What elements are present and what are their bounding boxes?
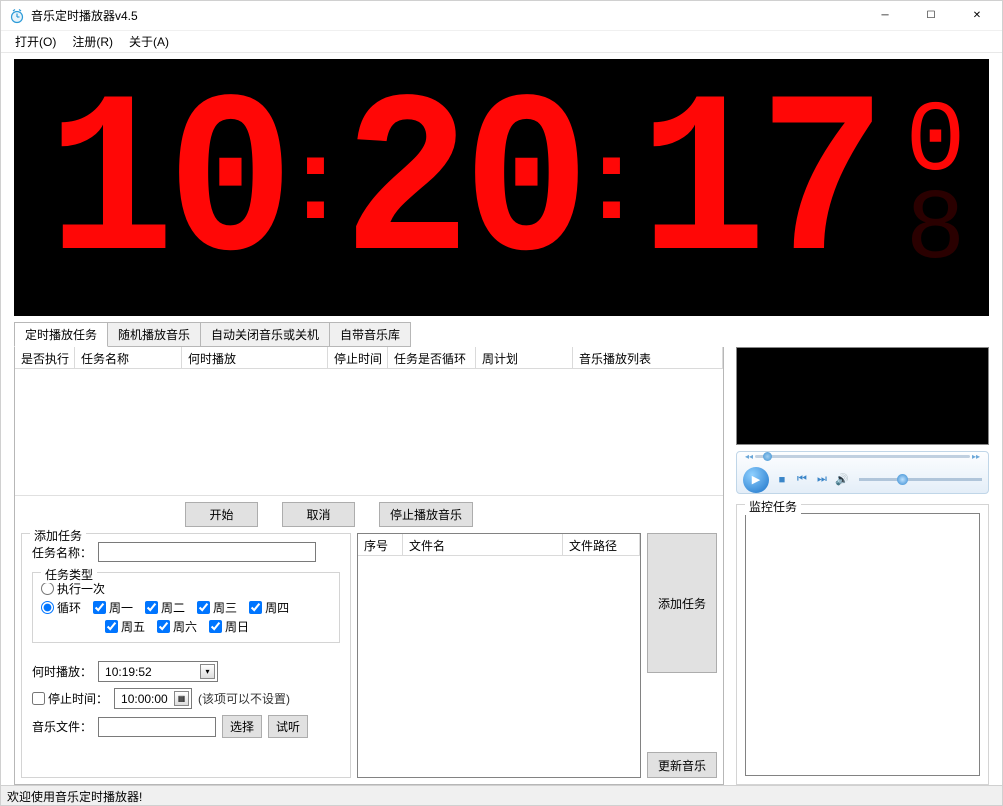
select-button[interactable]: 选择 (222, 715, 262, 738)
monitor-title: 监控任务 (745, 498, 801, 515)
check-tue[interactable]: 周二 (145, 599, 185, 616)
app-icon (9, 8, 25, 24)
clock-hours: 10 (48, 73, 287, 303)
when-time-input[interactable]: 10:19:52 ▾ (98, 661, 218, 682)
seek-fwd-icon: ▸▸ (972, 452, 980, 461)
radio-loop[interactable]: 循环 (41, 599, 81, 616)
stop-hint: (该项可以不设置) (198, 690, 290, 707)
col-stop[interactable]: 停止时间 (328, 347, 388, 368)
start-button[interactable]: 开始 (185, 502, 258, 527)
fcol-name[interactable]: 文件名 (403, 534, 563, 555)
video-preview (736, 347, 989, 445)
play-button[interactable]: ▶ (743, 467, 769, 493)
check-sat[interactable]: 周六 (157, 618, 197, 635)
check-thu[interactable]: 周四 (249, 599, 289, 616)
col-exec[interactable]: 是否执行 (15, 347, 75, 368)
task-type-title: 任务类型 (41, 566, 97, 583)
monitor-group: 监控任务 (736, 504, 989, 785)
add-task-group: 添加任务 任务名称： 任务类型 执行一次 循环 周一 周二 周三 周四 (21, 533, 351, 778)
close-button[interactable]: ✕ (954, 1, 1000, 31)
add-task-button[interactable]: 添加任务 (647, 533, 717, 673)
music-file-label: 音乐文件： (32, 718, 92, 735)
tab-auto-close[interactable]: 自动关闭音乐或关机 (200, 322, 330, 347)
stop-music-button[interactable]: 停止播放音乐 (379, 502, 473, 527)
clock-tenths-bottom: 8 (906, 188, 966, 276)
stop-icon[interactable]: ■ (775, 474, 789, 486)
calendar-icon[interactable]: ▦ (174, 691, 189, 706)
player-controls: ◂◂ ▸▸ ▶ ■ ⏮ ⏭ 🔊 (736, 451, 989, 494)
tab-random[interactable]: 随机播放音乐 (107, 322, 201, 347)
stop-time-input[interactable]: 10:00:00 ▦ (114, 688, 192, 709)
fcol-path[interactable]: 文件路径 (563, 534, 640, 555)
check-wed[interactable]: 周三 (197, 599, 237, 616)
cancel-button[interactable]: 取消 (282, 502, 355, 527)
col-when[interactable]: 何时播放 (182, 347, 328, 368)
menu-register[interactable]: 注册(R) (64, 31, 121, 52)
col-name[interactable]: 任务名称 (75, 347, 182, 368)
menu-open[interactable]: 打开(O) (7, 31, 64, 52)
col-list[interactable]: 音乐播放列表 (573, 347, 723, 368)
next-icon[interactable]: ⏭ (815, 473, 829, 486)
seek-bar[interactable]: ◂◂ ▸▸ (743, 453, 982, 461)
file-list[interactable]: 序号 文件名 文件路径 (357, 533, 641, 778)
preview-button[interactable]: 试听 (268, 715, 308, 738)
check-mon[interactable]: 周一 (93, 599, 133, 616)
stop-checkbox[interactable]: 停止时间： (32, 690, 108, 707)
check-sun[interactable]: 周日 (209, 618, 249, 635)
when-label: 何时播放： (32, 663, 92, 680)
volume-slider[interactable] (859, 478, 982, 481)
clock-display: 10 : 20 : 17 0 8 (14, 59, 989, 316)
window-title: 音乐定时播放器v4.5 (31, 7, 862, 24)
status-text: 欢迎使用音乐定时播放器! (7, 790, 142, 804)
calendar-icon[interactable]: ▾ (200, 664, 215, 679)
status-bar: 欢迎使用音乐定时播放器! (1, 785, 1002, 805)
prev-icon[interactable]: ⏮ (795, 473, 809, 486)
titlebar: 音乐定时播放器v4.5 ─ ☐ ✕ (1, 1, 1002, 31)
clock-seconds: 17 (640, 73, 879, 303)
tabs: 定时播放任务 随机播放音乐 自动关闭音乐或关机 自带音乐库 (1, 322, 1002, 347)
col-plan[interactable]: 周计划 (476, 347, 573, 368)
fcol-no[interactable]: 序号 (358, 534, 403, 555)
task-name-input[interactable] (98, 542, 316, 562)
music-file-input[interactable] (98, 717, 216, 737)
clock-colon: : (592, 108, 632, 246)
clock-minutes: 20 (344, 73, 583, 303)
task-type-group: 任务类型 执行一次 循环 周一 周二 周三 周四 周五 周六 周日 (32, 572, 340, 643)
col-loop[interactable]: 任务是否循环 (388, 347, 476, 368)
tab-scheduled[interactable]: 定时播放任务 (14, 322, 108, 347)
tab-library[interactable]: 自带音乐库 (329, 322, 411, 347)
menubar: 打开(O) 注册(R) 关于(A) (1, 31, 1002, 53)
seek-back-icon: ◂◂ (745, 452, 753, 461)
clock-colon: : (296, 108, 336, 246)
monitor-list[interactable] (745, 513, 980, 776)
update-music-button[interactable]: 更新音乐 (647, 752, 717, 778)
maximize-button[interactable]: ☐ (908, 1, 954, 31)
task-name-label: 任务名称： (32, 544, 92, 561)
volume-icon[interactable]: 🔊 (835, 473, 849, 486)
add-task-title: 添加任务 (30, 527, 86, 544)
task-table[interactable]: 是否执行 任务名称 何时播放 停止时间 任务是否循环 周计划 音乐播放列表 (15, 347, 723, 496)
check-fri[interactable]: 周五 (105, 618, 145, 635)
minimize-button[interactable]: ─ (862, 1, 908, 31)
menu-about[interactable]: 关于(A) (121, 31, 177, 52)
